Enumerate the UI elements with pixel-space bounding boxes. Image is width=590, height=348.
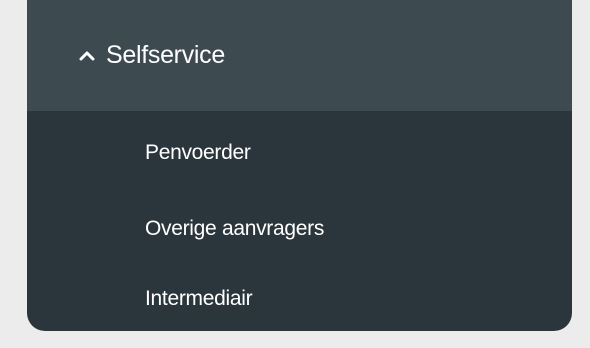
menu-item-overige-aanvragers[interactable]: Overige aanvragers [27,194,572,264]
selfservice-section-toggle[interactable]: Selfservice [27,0,572,111]
section-title: Selfservice [106,41,225,69]
menu-item-label: Penvoerder [145,141,251,164]
menu-item-penvoerder[interactable]: Penvoerder [27,131,572,175]
selfservice-submenu: Penvoerder Overige aanvragers Intermedia… [27,111,572,331]
menu-item-intermediair[interactable]: Intermediair [27,264,572,331]
chevron-up-icon [78,47,96,65]
menu-item-label: Overige aanvragers [145,217,325,240]
menu-item-label: Intermediair [145,287,253,310]
sidebar-nav-panel: Selfservice Penvoerder Overige aanvrager… [27,0,572,331]
